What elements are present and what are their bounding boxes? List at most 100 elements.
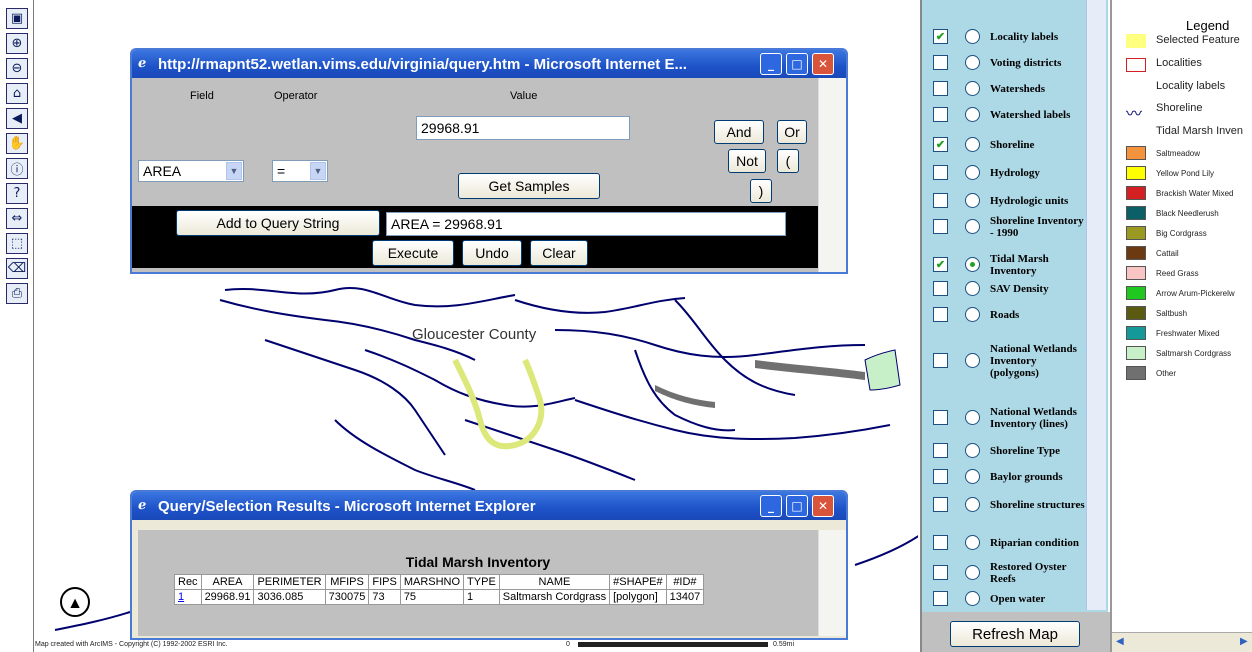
- layer-visible-checkbox[interactable]: [933, 219, 948, 234]
- get-samples-button[interactable]: Get Samples: [458, 173, 600, 199]
- layer-visible-checkbox[interactable]: ✔: [933, 29, 948, 44]
- right-paren-button[interactable]: ): [750, 179, 772, 203]
- layer-row: National Wetlands Inventory (lines): [922, 398, 1092, 438]
- layer-active-radio[interactable]: [965, 193, 980, 208]
- map-copyright: Map created with ArcIMS - Copyright (C) …: [35, 641, 228, 648]
- layer-row: Shoreline Inventory - 1990: [922, 212, 1092, 242]
- query-icon[interactable]: ?: [6, 183, 28, 204]
- maximize-button[interactable]: □: [786, 495, 808, 517]
- layer-visible-checkbox[interactable]: [933, 497, 948, 512]
- refresh-map-button[interactable]: Refresh Map: [950, 621, 1080, 647]
- record-link[interactable]: 1: [174, 589, 202, 605]
- layer-visible-checkbox[interactable]: [933, 107, 948, 122]
- close-button[interactable]: ✕: [812, 53, 834, 75]
- layer-row: Open water: [922, 590, 1092, 608]
- legend-hscrollbar[interactable]: ◀ ▶: [1112, 632, 1252, 652]
- layer-visible-checkbox[interactable]: [933, 469, 948, 484]
- field-select[interactable]: AREA ▼: [138, 160, 244, 182]
- column-header: MFIPS: [324, 574, 370, 590]
- legend-class-label: Saltmeadow: [1156, 149, 1201, 158]
- results-header-row: Rec AREA PERIMETER MFIPS FIPS MARSHNO TYPE NAME…: [174, 574, 705, 590]
- layer-label: Locality labels: [990, 31, 1059, 43]
- results-table: Rec AREA PERIMETER MFIPS FIPS MARSHNO TYPE NAME…: [174, 574, 705, 605]
- execute-button[interactable]: Execute: [372, 240, 454, 266]
- layer-active-radio[interactable]: [965, 565, 980, 580]
- toggle-overview-icon[interactable]: ▣: [6, 8, 28, 29]
- clear-eraser-icon[interactable]: ⌫: [6, 258, 28, 279]
- layer-visible-checkbox[interactable]: [933, 443, 948, 458]
- layer-active-radio[interactable]: [965, 443, 980, 458]
- layer-visible-checkbox[interactable]: [933, 81, 948, 96]
- or-button[interactable]: Or: [777, 120, 807, 144]
- zoom-in-icon[interactable]: ⊕: [6, 33, 28, 54]
- maximize-button[interactable]: □: [786, 53, 808, 75]
- layer-active-radio[interactable]: [965, 81, 980, 96]
- layer-row: National Wetlands Inventory (polygons): [922, 330, 1092, 392]
- layer-active-radio[interactable]: [965, 165, 980, 180]
- layer-visible-checkbox[interactable]: [933, 281, 948, 296]
- layer-visible-checkbox[interactable]: [933, 565, 948, 580]
- layer-active-radio[interactable]: [965, 137, 980, 152]
- back-arrow-icon[interactable]: ◀: [6, 108, 28, 129]
- layer-active-radio[interactable]: [965, 535, 980, 550]
- layer-active-radio[interactable]: [965, 307, 980, 322]
- zoom-out-icon[interactable]: ⊖: [6, 58, 28, 79]
- layer-active-radio[interactable]: [965, 410, 980, 425]
- layer-row: Watershed labels: [922, 104, 1092, 126]
- legend-class-label: Saltmarsh Cordgrass: [1156, 349, 1232, 358]
- measure-icon[interactable]: ⇔: [6, 208, 28, 229]
- undo-button[interactable]: Undo: [462, 240, 522, 266]
- query-panel: Field Operator Value AREA ▼ = ▼ 29968.91 G…: [132, 78, 818, 272]
- layer-visible-checkbox[interactable]: ✔: [933, 257, 948, 272]
- layers-scrollbar[interactable]: [1086, 0, 1106, 610]
- table-cell: 3036.085: [253, 589, 326, 605]
- value-input[interactable]: 29968.91: [416, 116, 630, 140]
- query-scrollbar[interactable]: [818, 78, 846, 272]
- layer-visible-checkbox[interactable]: [933, 165, 948, 180]
- legend-swatch: [1126, 206, 1146, 220]
- layer-active-radio[interactable]: [965, 55, 980, 70]
- minimize-button[interactable]: _: [760, 495, 782, 517]
- legend-swatch: [1126, 246, 1146, 260]
- query-string-field[interactable]: AREA = 29968.91: [386, 212, 786, 236]
- query-window-titlebar[interactable]: ℯ http://rmapnt52.wetlan.vims.edu/virgin…: [132, 50, 846, 78]
- layer-visible-checkbox[interactable]: [933, 591, 948, 606]
- layer-active-radio[interactable]: [965, 29, 980, 44]
- layer-visible-checkbox[interactable]: [933, 535, 948, 550]
- minimize-button[interactable]: _: [760, 53, 782, 75]
- layer-active-radio[interactable]: [965, 257, 980, 272]
- layer-row: ✔ Locality labels: [922, 26, 1092, 48]
- ie-icon: ℯ: [138, 498, 147, 513]
- layer-visible-checkbox[interactable]: [933, 307, 948, 322]
- identify-icon[interactable]: ⓘ: [6, 158, 28, 179]
- clear-button[interactable]: Clear: [530, 240, 588, 266]
- close-button[interactable]: ✕: [812, 495, 834, 517]
- full-extent-icon[interactable]: ⌂: [6, 83, 28, 104]
- left-paren-button[interactable]: (: [777, 149, 799, 173]
- layer-active-radio[interactable]: [965, 353, 980, 368]
- results-scrollbar[interactable]: [818, 530, 846, 636]
- layer-active-radio[interactable]: [965, 591, 980, 606]
- layer-active-radio[interactable]: [965, 219, 980, 234]
- layer-visible-checkbox[interactable]: [933, 55, 948, 70]
- operator-select[interactable]: = ▼: [272, 160, 328, 182]
- scroll-right-icon[interactable]: ▶: [1240, 636, 1248, 647]
- scroll-left-icon[interactable]: ◀: [1116, 636, 1124, 647]
- map-toolbar: ▣ ⊕ ⊖ ⌂ ◀ ✋ ⓘ? ⇔ ⬚ ⌫ ⎙: [0, 0, 34, 652]
- layer-visible-checkbox[interactable]: [933, 410, 948, 425]
- results-window-titlebar[interactable]: ℯ Query/Selection Results - Microsoft In…: [132, 492, 846, 520]
- layer-active-radio[interactable]: [965, 469, 980, 484]
- layer-visible-checkbox[interactable]: [933, 193, 948, 208]
- layer-visible-checkbox[interactable]: [933, 353, 948, 368]
- pan-hand-icon[interactable]: ✋: [6, 133, 28, 154]
- select-rect-icon[interactable]: ⬚: [6, 233, 28, 254]
- and-button[interactable]: And: [714, 120, 764, 144]
- layer-active-radio[interactable]: [965, 107, 980, 122]
- print-icon[interactable]: ⎙: [6, 283, 28, 304]
- add-to-query-button[interactable]: Add to Query String: [176, 210, 380, 236]
- legend-class-label: Arrow Arum-Pickerelw: [1156, 289, 1235, 298]
- layer-visible-checkbox[interactable]: ✔: [933, 137, 948, 152]
- not-button[interactable]: Not: [728, 149, 766, 173]
- layer-active-radio[interactable]: [965, 497, 980, 512]
- layer-active-radio[interactable]: [965, 281, 980, 296]
